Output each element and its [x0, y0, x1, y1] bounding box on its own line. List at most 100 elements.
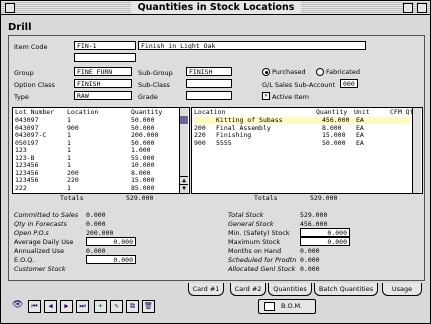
- item-code-field[interactable]: FIN-1: [74, 41, 136, 50]
- tab-quantities[interactable]: Quantities: [268, 283, 312, 296]
- fabricated-radio[interactable]: [316, 68, 324, 76]
- lots-list[interactable]: Lot Number Location Quantity 043097 1 50.0…: [12, 107, 190, 194]
- locations-row[interactable]: 220 Finishing 15.000 EA: [194, 132, 410, 139]
- lots-cell: 200.000: [131, 131, 159, 139]
- lots-scrollbar[interactable]: ▲ ▼: [179, 108, 188, 193]
- last-record-icon[interactable]: ⏭: [76, 300, 89, 313]
- lots-totals-label: Totals: [60, 194, 84, 202]
- binoculars-icon[interactable]: 👁: [12, 300, 23, 311]
- description-field[interactable]: Finish in Light Oak: [138, 41, 366, 50]
- lots-cell: 10.000: [131, 161, 155, 169]
- previous-record-icon[interactable]: ◀: [44, 300, 57, 313]
- bom-label: B.O.M.: [281, 302, 303, 310]
- loc-col-location: Location: [194, 108, 226, 116]
- summary_left-label: Average Daily Use: [14, 238, 74, 246]
- bom-button[interactable]: B.O.M.: [258, 299, 316, 314]
- summary_left-label: Annualized Use: [14, 247, 65, 255]
- summary_left-label: Open P.O.s: [14, 229, 49, 237]
- next-record-icon[interactable]: ▶: [60, 300, 73, 313]
- item-code-label: Item Code: [14, 43, 48, 51]
- subclass-label: Sub-Class: [138, 81, 170, 89]
- locations-scrollbar[interactable]: [412, 108, 421, 193]
- add-record-icon[interactable]: +: [94, 300, 107, 313]
- summary_right-value[interactable]: 0.000: [300, 237, 350, 246]
- summary_left-label: Customer Stock: [14, 265, 66, 273]
- tab-batch-quantities[interactable]: Batch Quantities: [314, 283, 378, 296]
- summary_left-value: 0.000: [86, 220, 106, 228]
- close-box-icon[interactable]: [5, 3, 15, 13]
- option-class-label: Option Class: [14, 81, 55, 89]
- lots-cell: 123: [15, 146, 27, 154]
- loc-total-value: 529.000: [310, 194, 338, 202]
- summary_right-label: Scheduled for Prodtn: [228, 256, 297, 264]
- locations-cell: 50.000: [322, 138, 346, 147]
- summary_left-label: E.O.Q.: [14, 256, 35, 264]
- lots-cell: 1.000: [131, 146, 151, 154]
- zoom-box-icon[interactable]: [403, 3, 413, 13]
- tab-card-1[interactable]: Card #1: [188, 283, 224, 296]
- lots-scroll-thumb[interactable]: [180, 116, 188, 124]
- locations-cell: 220: [194, 131, 206, 139]
- summary_left-value[interactable]: 0.000: [86, 237, 136, 246]
- lots-col-lot: Lot Number: [15, 108, 55, 116]
- lots-cell: 85.000: [131, 183, 155, 192]
- collapse-box-icon[interactable]: [417, 3, 427, 13]
- edit-record-icon[interactable]: ✎: [110, 300, 123, 313]
- locations-row[interactable]: 900 5555 50.000 EA: [194, 138, 410, 147]
- subgroup-field[interactable]: FINISH: [186, 67, 232, 76]
- locations-cell: 15.000: [322, 131, 346, 139]
- item-code-extra-field[interactable]: [74, 53, 136, 62]
- gl-account-field[interactable]: 000: [340, 79, 358, 88]
- summary_left-value[interactable]: 0.000: [86, 255, 136, 264]
- gl-account-label: G/L Sales Sub-Account: [262, 81, 336, 89]
- lots-cell: 1: [67, 116, 71, 124]
- lots-cell: 043097-C: [15, 131, 47, 139]
- lots-cell: 50.000: [131, 116, 155, 124]
- locations-list[interactable]: Location Quantity Unit CFM Qty Kitting o…: [191, 107, 423, 194]
- loc-col-quantity: Quantity: [316, 108, 348, 116]
- group-label: Group: [14, 69, 34, 77]
- locations-cell: EA: [356, 131, 364, 139]
- tab-usage[interactable]: Usage: [382, 283, 422, 296]
- grade-field[interactable]: [186, 91, 232, 100]
- lots-cell: 220: [67, 176, 79, 184]
- title-bar[interactable]: Quantities in Stock Locations: [1, 1, 430, 15]
- subclass-field[interactable]: [186, 79, 232, 88]
- summary_left-value: 0.000: [86, 211, 106, 219]
- window-title: Quantities in Stock Locations: [131, 1, 301, 14]
- first-record-icon[interactable]: ⏮: [28, 300, 41, 313]
- locations-cell: Kitting of Subass: [216, 116, 283, 124]
- lots-col-location: Location: [67, 108, 99, 116]
- loc-col-unit: Unit: [354, 108, 370, 116]
- active-item-label: Active Item: [272, 93, 309, 101]
- summary_right-value: 0.000: [300, 256, 320, 264]
- type-field[interactable]: RAW: [74, 91, 132, 100]
- purchased-radio[interactable]: [262, 68, 270, 76]
- fabricated-label: Fabricated: [326, 68, 360, 76]
- active-item-checkbox[interactable]: ✕: [262, 92, 270, 100]
- duplicate-record-icon[interactable]: ⧉: [126, 300, 139, 313]
- locations-cell: 900: [194, 138, 206, 147]
- delete-record-icon[interactable]: 🗑: [142, 300, 155, 313]
- tab-card-2[interactable]: Card #2: [230, 283, 266, 296]
- group-field[interactable]: FINE FURN: [74, 67, 132, 76]
- lots-col-quantity: Quantity: [131, 108, 163, 116]
- purchased-label: Purchased: [272, 68, 306, 76]
- locations-cell: Finishing: [216, 131, 252, 139]
- summary_right-label: General Stock: [228, 220, 274, 228]
- lots-cell: 1: [67, 183, 71, 192]
- summary_right-label: Months on Hand: [228, 247, 282, 255]
- subgroup-label: Sub-Group: [138, 69, 173, 77]
- lots-cell: 15.000: [131, 176, 155, 184]
- summary_right-value: 529.000: [300, 211, 328, 219]
- option-class-field[interactable]: FINISH: [74, 79, 132, 88]
- grade-label: Grade: [138, 93, 158, 101]
- summary_right-label: Total Stock: [228, 211, 264, 219]
- scroll-down-icon[interactable]: ▼: [180, 184, 188, 193]
- summary_right-value: 456.000: [300, 220, 328, 228]
- summary_right-value: 0.000: [300, 247, 320, 255]
- summary_right-value[interactable]: 0.000: [300, 228, 350, 237]
- summary_left-value: 200.000: [86, 229, 114, 237]
- locations-row[interactable]: Kitting of Subass 456.000 EA: [194, 117, 410, 124]
- lots-cell: 1: [67, 131, 71, 139]
